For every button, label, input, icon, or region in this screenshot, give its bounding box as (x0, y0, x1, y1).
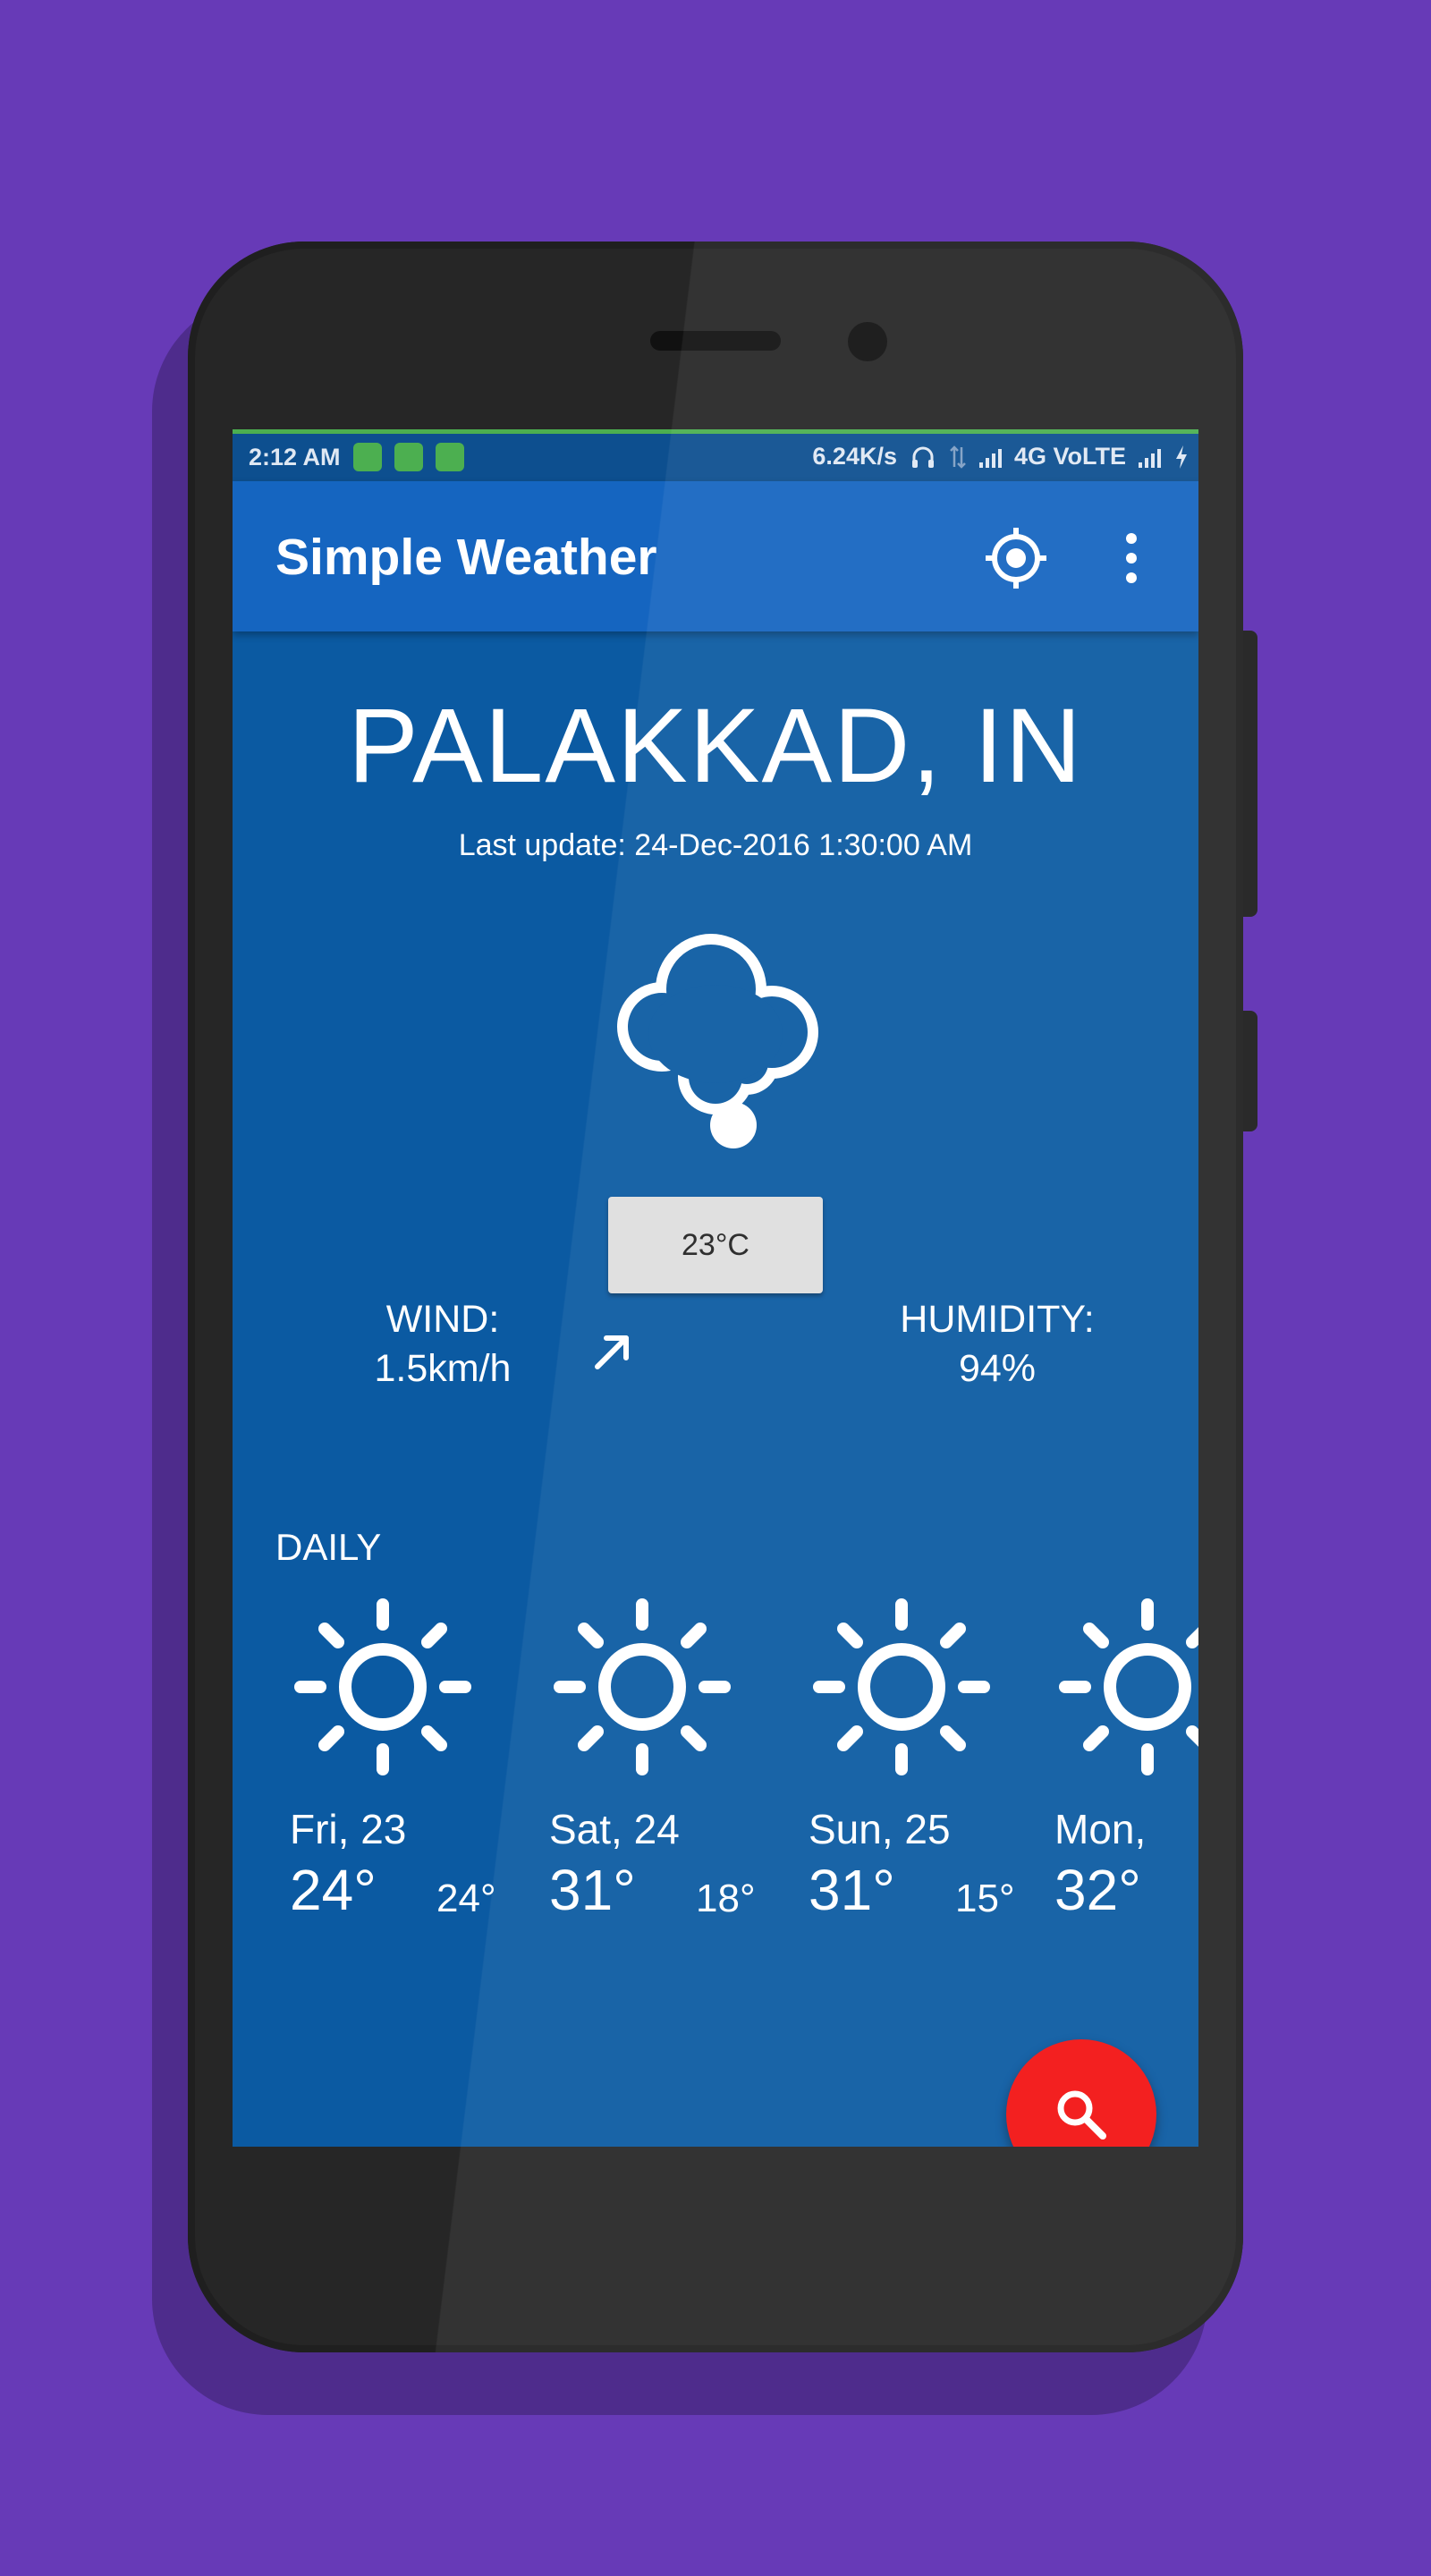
network-type: 4G VoLTE (1013, 443, 1126, 470)
wind-direction-icon (595, 1335, 629, 1369)
wind-label: WIND: (385, 1298, 500, 1341)
status-right: 6.24K/s 4G VoLTE (812, 443, 1190, 470)
status-time: 2:12 AM (249, 443, 341, 470)
day-low: 15° (955, 1877, 1015, 1920)
my-location-icon[interactable] (984, 526, 1048, 590)
sun-icon (813, 1598, 990, 1775)
cloud-icon (617, 934, 818, 1148)
app-bar: Simple Weather (233, 481, 1198, 631)
last-update: Last update: 24-Dec-2016 1:30:00 AM (458, 828, 973, 862)
search-fab[interactable] (1006, 2039, 1156, 2147)
app-title: Simple Weather (275, 529, 657, 586)
more-vert-icon[interactable] (1109, 526, 1154, 590)
day-high: 24° (290, 1858, 377, 1922)
wind-value: 1.5km/h (374, 1347, 512, 1390)
data-transfer-icon (950, 445, 966, 469)
forecast-day[interactable]: Fri, 23 24° 24° (275, 1597, 517, 1946)
day-high: 32° (1054, 1858, 1141, 1922)
humidity-label: HUMIDITY: (900, 1298, 1095, 1341)
phone-camera (848, 322, 887, 361)
charging-icon (1176, 445, 1187, 469)
daily-forecast-list[interactable]: Fri, 23 24° 24° Sat, 24 31° 18° Sun, 25 … (275, 1597, 1198, 1946)
network-speed: 6.24K/s (812, 443, 897, 470)
city-name: PALAKKAD, IN (348, 687, 1083, 805)
temperature-button[interactable]: 23°C (608, 1197, 823, 1293)
battery-app-icon (394, 443, 423, 471)
wind-block: WIND: 1.5km/h (331, 1295, 555, 1394)
day-name: Mon, (1054, 1806, 1147, 1852)
sun-icon (1059, 1598, 1198, 1775)
forecast-day[interactable]: Sun, 25 31° 15° (794, 1597, 1036, 1946)
day-name: Sat, 24 (549, 1806, 680, 1852)
status-bar: 2:12 AM 6.24K/s 4G VoLTE (233, 429, 1198, 481)
signal-icon-1 (978, 446, 1002, 468)
status-left: 2:12 AM (249, 443, 464, 471)
android-icon (435, 443, 464, 471)
screen: 2:12 AM 6.24K/s 4G VoLTE Simple Weather … (233, 429, 1198, 2147)
search-icon (1057, 2090, 1106, 2140)
power-button (1243, 631, 1257, 917)
headphones-icon (911, 446, 934, 468)
signal-icon-2 (1139, 446, 1161, 468)
humidity-value: 94% (958, 1347, 1037, 1390)
day-high: 31° (809, 1858, 895, 1922)
day-name: Fri, 23 (290, 1806, 407, 1852)
phone-speaker (650, 331, 781, 351)
day-low: 24° (436, 1877, 496, 1920)
humidity-block: HUMIDITY: 94% (876, 1295, 1118, 1394)
phone-frame: 2:12 AM 6.24K/s 4G VoLTE Simple Weather … (188, 242, 1243, 2352)
day-high: 31° (549, 1858, 636, 1922)
daily-title: DAILY (275, 1526, 382, 1568)
day-low: 18° (696, 1877, 756, 1920)
volume-button (1243, 1011, 1257, 1131)
forecast-day[interactable]: Mon, 32° (1040, 1597, 1198, 1946)
weather-content: PALAKKAD, IN Last update: 24-Dec-2016 1:… (233, 631, 1198, 2147)
day-name: Sun, 25 (809, 1806, 951, 1852)
sun-icon (554, 1598, 731, 1775)
forecast-day[interactable]: Sat, 24 31° 18° (535, 1597, 776, 1946)
sun-icon (294, 1598, 471, 1775)
shield-icon (352, 443, 382, 471)
